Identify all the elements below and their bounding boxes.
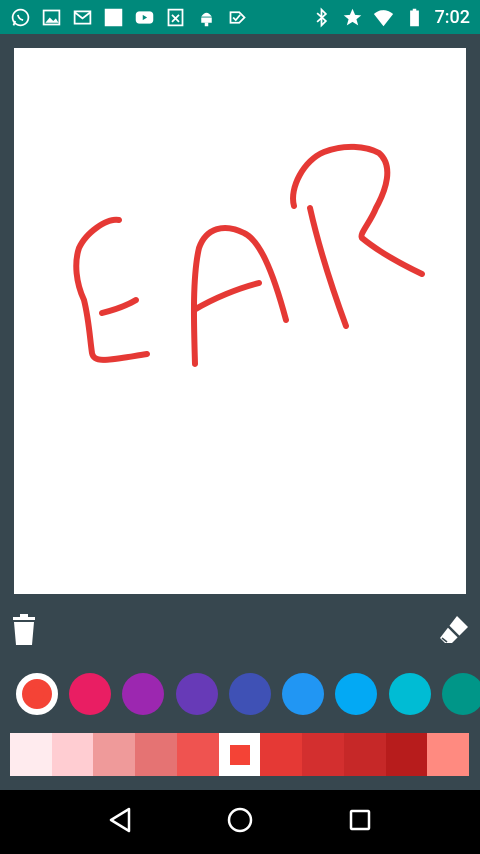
stroke-letter-r-leg: [359, 235, 425, 277]
system-icons: 7:02: [311, 7, 470, 28]
recents-button[interactable]: [336, 798, 384, 846]
home-button[interactable]: [216, 798, 264, 846]
shade-swatch[interactable]: [385, 733, 428, 776]
youtube-icon: [134, 7, 155, 28]
shade-palette: [10, 733, 470, 776]
back-icon: [107, 806, 133, 838]
color-swatch[interactable]: [176, 673, 218, 715]
color-swatch[interactable]: [389, 673, 431, 715]
shade-swatch[interactable]: [176, 733, 219, 776]
stroke-letter-e: [73, 216, 150, 363]
color-palette: [0, 668, 480, 720]
stroke-letter-a-bar: [191, 280, 262, 313]
battery-icon: [404, 7, 425, 28]
back-button[interactable]: [96, 798, 144, 846]
stroke-letter-r-stem: [307, 205, 349, 329]
android-icon: [196, 7, 217, 28]
color-swatch-selected[interactable]: [16, 673, 58, 715]
wifi-icon: [373, 7, 394, 28]
stroke-letter-r-bowl: [290, 143, 391, 241]
clear-canvas-button[interactable]: [6, 614, 42, 650]
color-swatch[interactable]: [69, 673, 111, 715]
gallery-icon: [41, 7, 62, 28]
eraser-icon: [437, 613, 471, 651]
stroke-letter-a: [190, 225, 289, 367]
gmail-icon: [72, 7, 93, 28]
status-time: 7:02: [434, 6, 470, 28]
color-swatch[interactable]: [122, 673, 164, 715]
shade-swatch[interactable]: [343, 733, 386, 776]
eraser-button[interactable]: [436, 614, 472, 650]
status-bar: 7:02: [0, 0, 480, 34]
home-icon: [226, 806, 254, 838]
blank-notification-icon: [103, 7, 124, 28]
file-icon: [165, 7, 186, 28]
notification-icons: [10, 7, 248, 28]
stroke-letter-e-middle: [99, 297, 139, 316]
whatsapp-icon: [10, 7, 31, 28]
bluetooth-icon: [311, 7, 332, 28]
star-icon: [342, 7, 363, 28]
selected-shade-dot: [229, 744, 250, 765]
color-swatch[interactable]: [335, 673, 377, 715]
shade-swatch[interactable]: [260, 733, 303, 776]
navigation-bar: [0, 790, 480, 854]
drawing-canvas[interactable]: [14, 48, 466, 594]
shade-swatch[interactable]: [93, 733, 136, 776]
shade-swatch-selected[interactable]: [218, 733, 261, 776]
check-tag-icon: [227, 7, 248, 28]
shade-swatch[interactable]: [135, 733, 177, 776]
drawing-strokes: [73, 143, 425, 367]
shade-swatch[interactable]: [427, 733, 470, 776]
color-swatch[interactable]: [442, 673, 480, 715]
trash-icon: [11, 614, 37, 650]
recents-icon: [348, 808, 372, 836]
shade-swatch[interactable]: [10, 733, 52, 776]
shade-swatch[interactable]: [51, 733, 94, 776]
color-swatch[interactable]: [282, 673, 324, 715]
shade-swatch[interactable]: [302, 733, 344, 776]
selected-color-dot: [30, 687, 44, 701]
color-swatch[interactable]: [229, 673, 271, 715]
